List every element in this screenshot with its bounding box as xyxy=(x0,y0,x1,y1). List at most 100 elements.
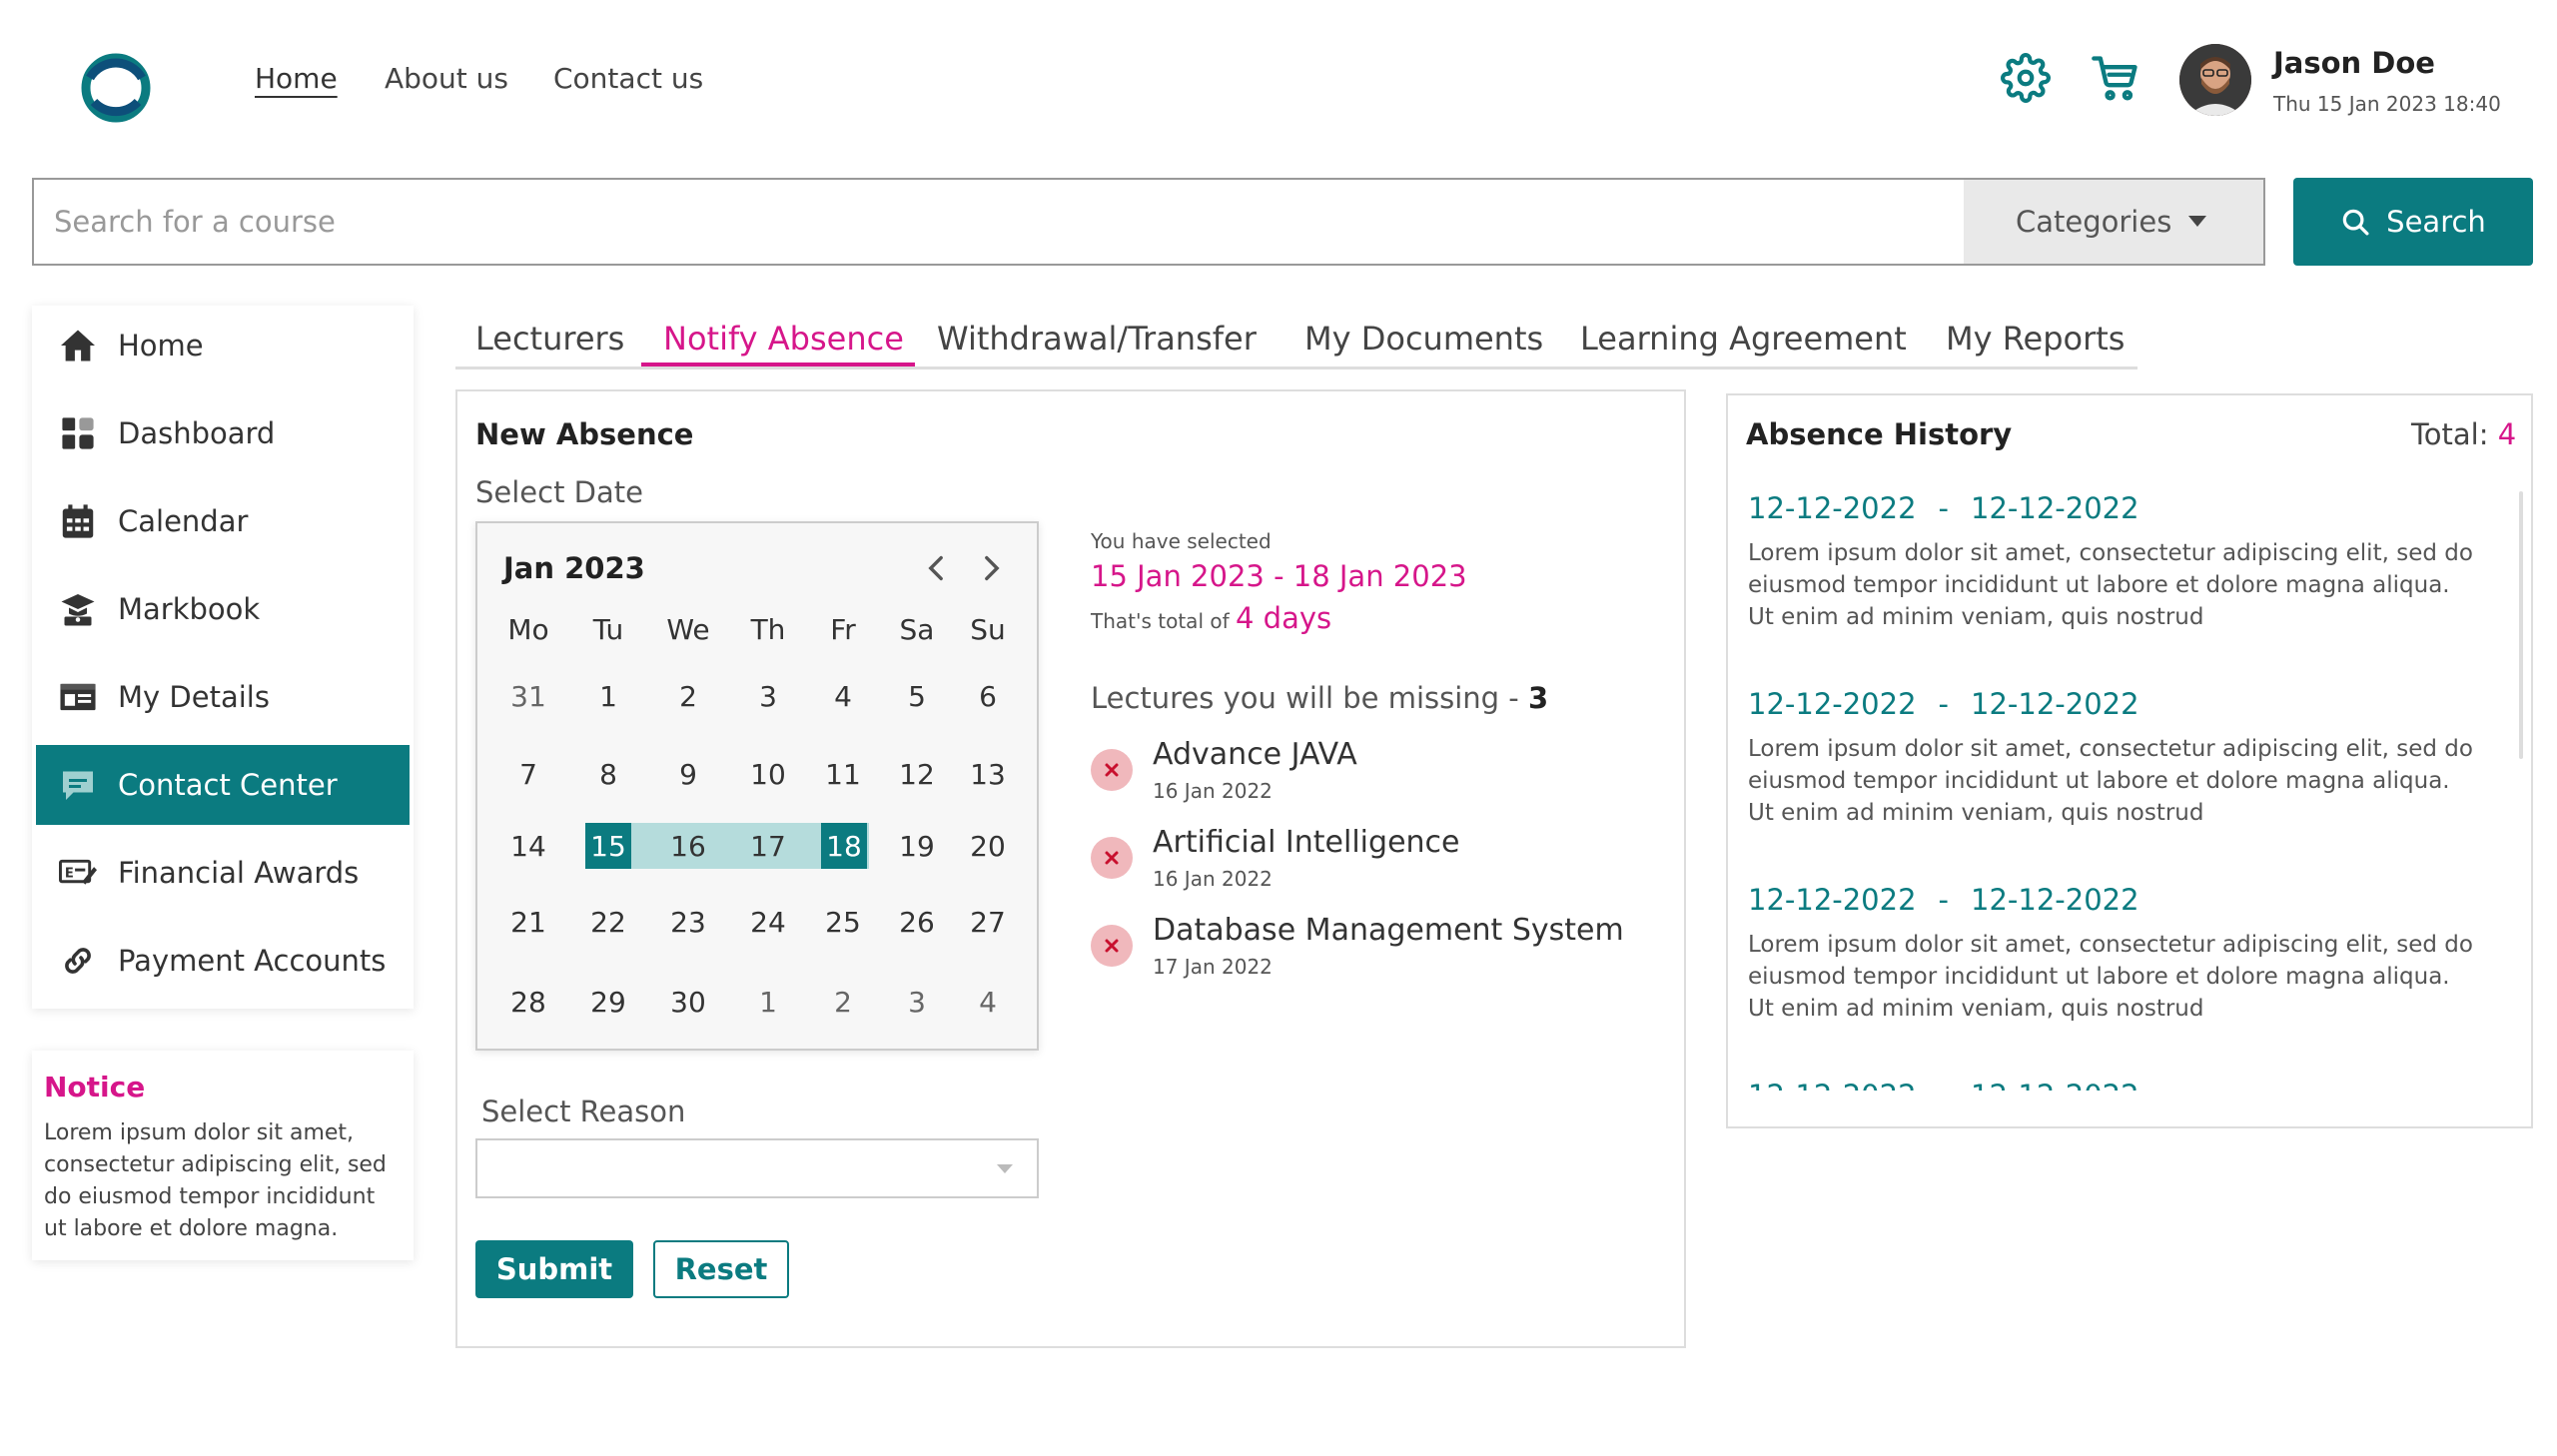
cart-icon[interactable] xyxy=(2088,50,2143,106)
nav-home[interactable]: Home xyxy=(255,62,338,95)
sidebar-item-payment-accounts[interactable]: Payment Accounts xyxy=(36,921,410,1001)
search-icon xyxy=(2342,209,2369,236)
history-total: Total: 4 xyxy=(2411,417,2517,451)
tab-lecturers[interactable]: Lecturers xyxy=(475,320,624,358)
calendar-day[interactable]: 3 xyxy=(733,673,803,719)
calendar-day[interactable]: 1 xyxy=(733,979,803,1025)
sidebar-item-contact-center[interactable]: Contact Center xyxy=(36,745,410,825)
chevron-right-icon[interactable] xyxy=(977,553,1007,583)
calendar-day[interactable]: 5 xyxy=(882,673,952,719)
calendar-day[interactable]: 12 xyxy=(882,751,952,797)
history-item: 12-12-2022-12-12-2022 Lorem ipsum dolor … xyxy=(1748,687,2477,829)
weekday-label: Fr xyxy=(830,613,856,646)
tab-my-reports[interactable]: My Reports xyxy=(1946,320,2125,358)
calendar-day[interactable]: 13 xyxy=(953,751,1023,797)
history-item: 12-12-2022-12-12-2022 Lorem ipsum dolor … xyxy=(1748,883,2477,1025)
total-prefix: That's total of xyxy=(1091,609,1230,633)
reset-button[interactable]: Reset xyxy=(653,1240,789,1298)
missing-lectures-heading: Lectures you will be missing - 3 xyxy=(1091,681,1548,715)
nav-contact-us[interactable]: Contact us xyxy=(553,62,703,95)
tab-learning-agreement[interactable]: Learning Agreement xyxy=(1580,320,1907,358)
history-list[interactable]: 12-12-2022-12-12-2022 Lorem ipsum dolor … xyxy=(1748,491,2507,1091)
absence-history-panel: 12-12-2022-12-12-2022 Lorem ipsum dolor … xyxy=(1726,393,2533,1128)
calendar-day[interactable]: 27 xyxy=(953,899,1023,945)
calendar-day[interactable]: 10 xyxy=(733,751,803,797)
calendar-day[interactable]: 17 xyxy=(733,823,803,869)
sidebar-item-label: Calendar xyxy=(118,504,249,538)
reason-select[interactable] xyxy=(475,1138,1039,1198)
sidebar-item-markbook[interactable]: Markbook xyxy=(36,569,410,649)
remove-x-icon[interactable] xyxy=(1091,749,1133,791)
sidebar-item-financial-awards[interactable]: E Financial Awards xyxy=(36,833,410,913)
lecture-name: Advance JAVA xyxy=(1153,737,1357,772)
history-scrollbar[interactable] xyxy=(2519,491,2523,759)
weekday-header: Mo Tu We Th Fr Sa Su xyxy=(493,613,1023,653)
tab-my-documents[interactable]: My Documents xyxy=(1304,320,1543,358)
calendar-day[interactable]: 8 xyxy=(573,751,643,797)
calendar-day[interactable]: 28 xyxy=(493,979,563,1025)
calendar-day[interactable]: 9 xyxy=(653,751,723,797)
weekday-label: We xyxy=(666,613,710,646)
calendar-day[interactable]: 4 xyxy=(953,979,1023,1025)
lecture-name: Database Management System xyxy=(1153,913,1624,948)
calendar-day[interactable]: 26 xyxy=(882,899,952,945)
chevron-left-icon[interactable] xyxy=(921,553,951,583)
categories-label: Categories xyxy=(2016,205,2172,239)
calendar-day[interactable]: 21 xyxy=(493,899,563,945)
weekday-label: Th xyxy=(750,613,786,646)
calendar-day[interactable]: 18 xyxy=(821,823,867,869)
calendar-day[interactable]: 14 xyxy=(493,823,563,869)
sidebar: Home Dashboard Calendar Markbook My Deta… xyxy=(32,306,414,1009)
tab-withdrawal-transfer[interactable]: Withdrawal/Transfer xyxy=(937,320,1257,358)
calendar-day[interactable]: 4 xyxy=(808,673,878,719)
categories-dropdown[interactable]: Categories xyxy=(1964,180,2263,264)
remove-x-icon[interactable] xyxy=(1091,925,1133,967)
lecture-date: 17 Jan 2022 xyxy=(1153,955,1273,979)
active-tab-indicator xyxy=(641,363,915,366)
nav-about-us[interactable]: About us xyxy=(385,62,508,95)
search-button[interactable]: Search xyxy=(2293,178,2533,266)
caret-down-icon xyxy=(2188,216,2206,227)
calendar-day[interactable]: 7 xyxy=(493,751,563,797)
history-item: 12-12-2022-12-12-2022 xyxy=(1748,1079,2477,1091)
calendar-day[interactable]: 20 xyxy=(953,823,1023,869)
sidebar-item-label: Markbook xyxy=(118,592,261,626)
selected-date-range: 15 Jan 2023 - 18 Jan 2023 xyxy=(1091,559,1467,593)
calendar-day[interactable]: 19 xyxy=(882,823,952,869)
calendar-day[interactable]: 25 xyxy=(808,899,878,945)
tab-notify-absence[interactable]: Notify Absence xyxy=(663,320,904,358)
notice-text: Lorem ipsum dolor sit amet, consectetur … xyxy=(44,1120,387,1241)
search-bar: Categories xyxy=(32,178,2265,266)
remove-x-icon[interactable] xyxy=(1091,837,1133,879)
calendar-day[interactable]: 6 xyxy=(953,673,1023,719)
submit-button[interactable]: Submit xyxy=(475,1240,633,1298)
calendar-day[interactable]: 31 xyxy=(493,673,563,719)
sidebar-item-home[interactable]: Home xyxy=(36,306,410,385)
calendar-day[interactable]: 29 xyxy=(573,979,643,1025)
new-absence-title: New Absence xyxy=(475,417,694,451)
calendar-day[interactable]: 11 xyxy=(808,751,878,797)
home-icon xyxy=(58,326,98,365)
calendar-day[interactable]: 2 xyxy=(808,979,878,1025)
calendar-day[interactable]: 3 xyxy=(882,979,952,1025)
calendar-day[interactable]: 15 xyxy=(585,823,631,869)
calendar-day[interactable]: 30 xyxy=(653,979,723,1025)
history-description: Lorem ipsum dolor sit amet, consectetur … xyxy=(1748,736,2473,826)
calendar-day[interactable]: 16 xyxy=(653,823,723,869)
sidebar-item-calendar[interactable]: Calendar xyxy=(36,481,410,561)
calendar-day[interactable]: 2 xyxy=(653,673,723,719)
sidebar-item-label: My Details xyxy=(118,680,270,714)
calendar-day[interactable]: 22 xyxy=(573,899,643,945)
avatar[interactable] xyxy=(2179,44,2251,116)
caret-down-icon xyxy=(997,1164,1013,1173)
calendar-day[interactable]: 23 xyxy=(653,899,723,945)
lecture-name: Artificial Intelligence xyxy=(1153,825,1460,860)
missing-lecture-item: Advance JAVA 16 Jan 2022 xyxy=(1091,737,1650,807)
sidebar-item-my-details[interactable]: My Details xyxy=(36,657,410,737)
calendar-day[interactable]: 1 xyxy=(573,673,643,719)
settings-icon[interactable] xyxy=(1998,50,2054,106)
sidebar-item-dashboard[interactable]: Dashboard xyxy=(36,393,410,473)
brand-logo[interactable] xyxy=(80,52,152,124)
calendar-day[interactable]: 24 xyxy=(733,899,803,945)
search-input[interactable] xyxy=(34,180,1964,264)
